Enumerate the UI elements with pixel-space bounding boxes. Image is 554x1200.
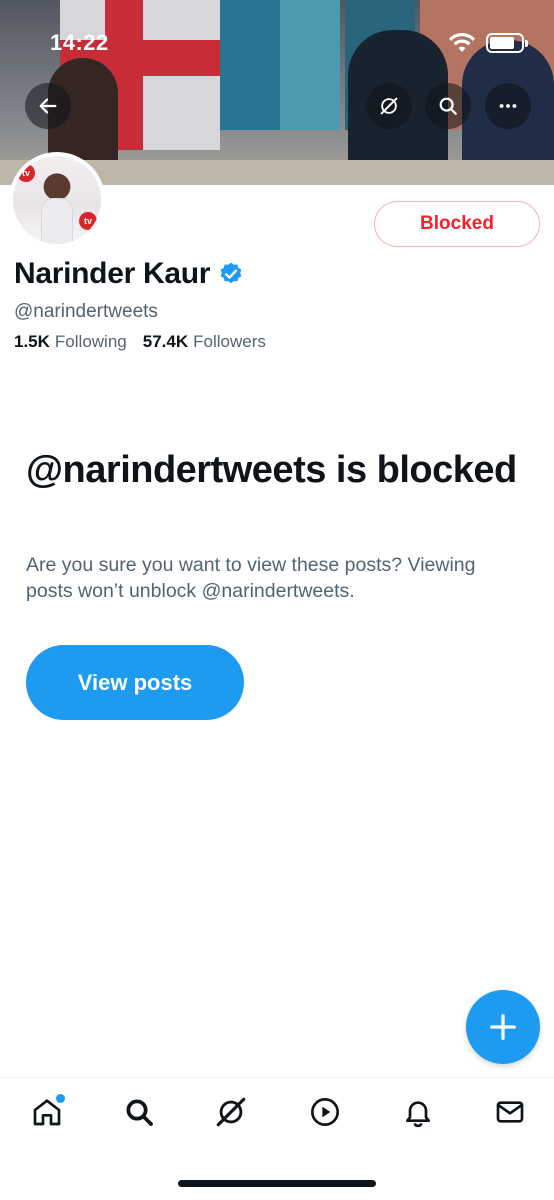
- following-link[interactable]: 1.5K Following: [14, 332, 127, 352]
- nav-search[interactable]: [121, 1094, 157, 1130]
- avatar[interactable]: tv tv: [9, 152, 105, 248]
- bell-icon: [406, 1101, 430, 1128]
- avatar-badge: tv: [79, 212, 97, 230]
- home-indicator[interactable]: [178, 1180, 376, 1187]
- grok-icon: [216, 1097, 246, 1127]
- profile-name-row: Narinder Kaur: [14, 257, 244, 291]
- mail-icon: [496, 1101, 524, 1123]
- grok-icon: [380, 97, 398, 115]
- followers-count: 57.4K: [142, 332, 189, 351]
- avatar-badge: tv: [17, 164, 35, 182]
- nav-grok[interactable]: [213, 1094, 249, 1130]
- plus-icon: [490, 1014, 516, 1040]
- blocked-notice-body: Are you sure you want to view these post…: [26, 554, 476, 602]
- followers-label: Followers: [193, 332, 266, 351]
- more-button[interactable]: [485, 83, 531, 129]
- followers-link[interactable]: 57.4K Followers: [143, 332, 266, 352]
- nav-messages[interactable]: [492, 1094, 528, 1130]
- profile-handle: @narindertweets: [14, 301, 158, 322]
- profile-name: Narinder Kaur: [14, 257, 211, 290]
- more-horizontal-icon: [499, 104, 517, 108]
- nav-video[interactable]: [307, 1094, 343, 1130]
- search-icon: [126, 1099, 153, 1126]
- back-button[interactable]: [25, 83, 71, 129]
- compose-button[interactable]: [466, 990, 540, 1064]
- grok-button[interactable]: [366, 83, 412, 129]
- wifi-icon: [449, 32, 475, 52]
- verified-badge-icon[interactable]: [218, 261, 244, 287]
- status-time: 14:22: [50, 30, 109, 55]
- video-icon: [311, 1098, 339, 1126]
- blocked-notice-title: @narindertweets is blocked: [26, 449, 517, 491]
- following-count: 1.5K: [14, 332, 50, 351]
- arrow-left-icon: [39, 98, 57, 114]
- status-bar: 14:22: [0, 0, 554, 80]
- search-icon: [439, 97, 457, 115]
- nav-home[interactable]: [29, 1094, 65, 1130]
- nav-notifications[interactable]: [400, 1094, 436, 1130]
- following-label: Following: [54, 332, 127, 351]
- blocked-button[interactable]: Blocked: [374, 201, 540, 247]
- search-button[interactable]: [425, 83, 471, 129]
- follow-stats: 1.5K Following 57.4K Followers: [14, 332, 282, 352]
- view-posts-button[interactable]: View posts: [26, 645, 244, 720]
- battery-icon: [486, 33, 528, 53]
- notification-dot: [56, 1094, 65, 1103]
